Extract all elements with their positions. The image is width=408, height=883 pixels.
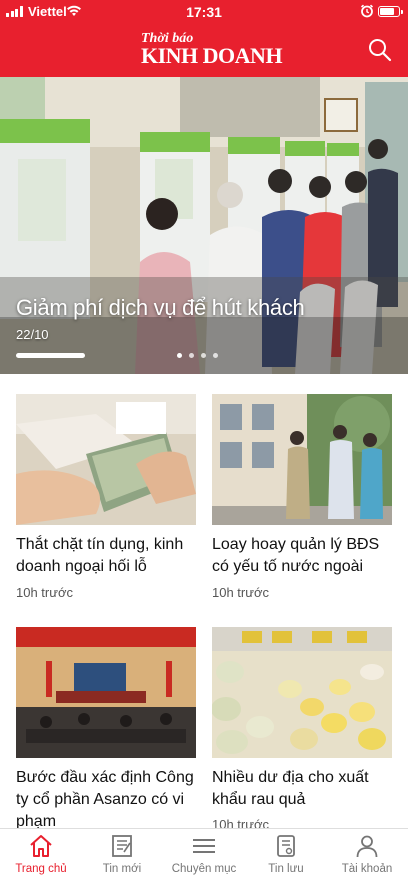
article-thumbnail[interactable] <box>212 394 392 525</box>
article-card[interactable]: Nhiều dư địa cho xuất khẩu rau quả 10h t… <box>212 627 392 832</box>
search-button[interactable] <box>366 36 394 64</box>
tab-label: Tin lưu <box>268 863 304 875</box>
slide-dot[interactable] <box>213 353 218 358</box>
alarm-icon <box>360 4 374 23</box>
logo-title: KINH DOANH <box>141 43 283 68</box>
article-time: 10h trước <box>212 585 269 600</box>
tab-latest-news[interactable]: Tin mới <box>81 833 163 883</box>
status-bar: Viettel 17:31 <box>0 0 408 24</box>
hero-date: 22/10 <box>16 327 49 342</box>
article-thumbnail[interactable] <box>16 627 196 758</box>
search-icon <box>369 39 392 62</box>
hero-slider[interactable]: Giảm phí dịch vụ để hút khách 22/10 <box>0 77 408 374</box>
slide-dot[interactable] <box>189 353 194 358</box>
app-header: Viettel 17:31 Thời báo KINH DOANH <box>0 0 408 77</box>
tab-label: Tin mới <box>102 863 142 875</box>
article-card[interactable]: Thắt chặt tín dụng, kinh doanh ngoại hối… <box>16 394 196 614</box>
slide-indicator[interactable] <box>177 353 218 358</box>
article-title[interactable]: Nhiều dư địa cho xuất khẩu rau quả <box>212 767 396 811</box>
battery-icon <box>378 6 403 17</box>
tab-saved[interactable]: Tin lưu <box>245 833 327 883</box>
money-counting-image <box>16 394 196 525</box>
news-icon <box>112 835 132 857</box>
slide-dot[interactable] <box>201 353 206 358</box>
tab-home[interactable]: Trang chủ <box>0 833 82 883</box>
tab-label: Tài khoản <box>341 863 393 875</box>
article-time: 10h trước <box>16 585 73 600</box>
tab-categories[interactable]: Chuyên mục <box>163 833 245 883</box>
meeting-image <box>16 627 196 758</box>
tab-account[interactable]: Tài khoản <box>326 833 408 883</box>
article-title[interactable]: Bước đầu xác định Công ty cổ phần Asanzo… <box>16 767 200 833</box>
article-thumbnail[interactable] <box>16 394 196 525</box>
home-icon <box>30 835 52 857</box>
real-estate-image <box>212 394 392 525</box>
hero-progress-bar <box>16 353 85 358</box>
produce-image <box>212 627 392 758</box>
status-time: 17:31 <box>186 4 222 20</box>
slide-dot[interactable] <box>177 353 182 358</box>
article-thumbnail[interactable] <box>212 627 392 758</box>
tab-label: Trang chủ <box>15 863 67 875</box>
hero-image <box>0 77 408 374</box>
tab-label: Chuyên mục <box>171 863 237 875</box>
menu-icon <box>193 839 215 853</box>
brand-logo[interactable]: Thời báo KINH DOANH <box>139 32 283 72</box>
article-title[interactable]: Loay hoay quản lý BĐS có yếu tố nước ngo… <box>212 534 396 578</box>
hero-title[interactable]: Giảm phí dịch vụ để hút khách <box>16 295 305 321</box>
account-icon <box>356 835 378 858</box>
saved-icon <box>277 835 295 857</box>
bottom-tab-bar: Trang chủ Tin mới Chuyên mục Tin lưu Tài… <box>0 828 408 883</box>
article-card[interactable]: Bước đầu xác định Công ty cổ phần Asanzo… <box>16 627 196 830</box>
article-card[interactable]: Loay hoay quản lý BĐS có yếu tố nước ngo… <box>212 394 392 614</box>
article-title[interactable]: Thắt chặt tín dụng, kinh doanh ngoại hối… <box>16 534 200 578</box>
